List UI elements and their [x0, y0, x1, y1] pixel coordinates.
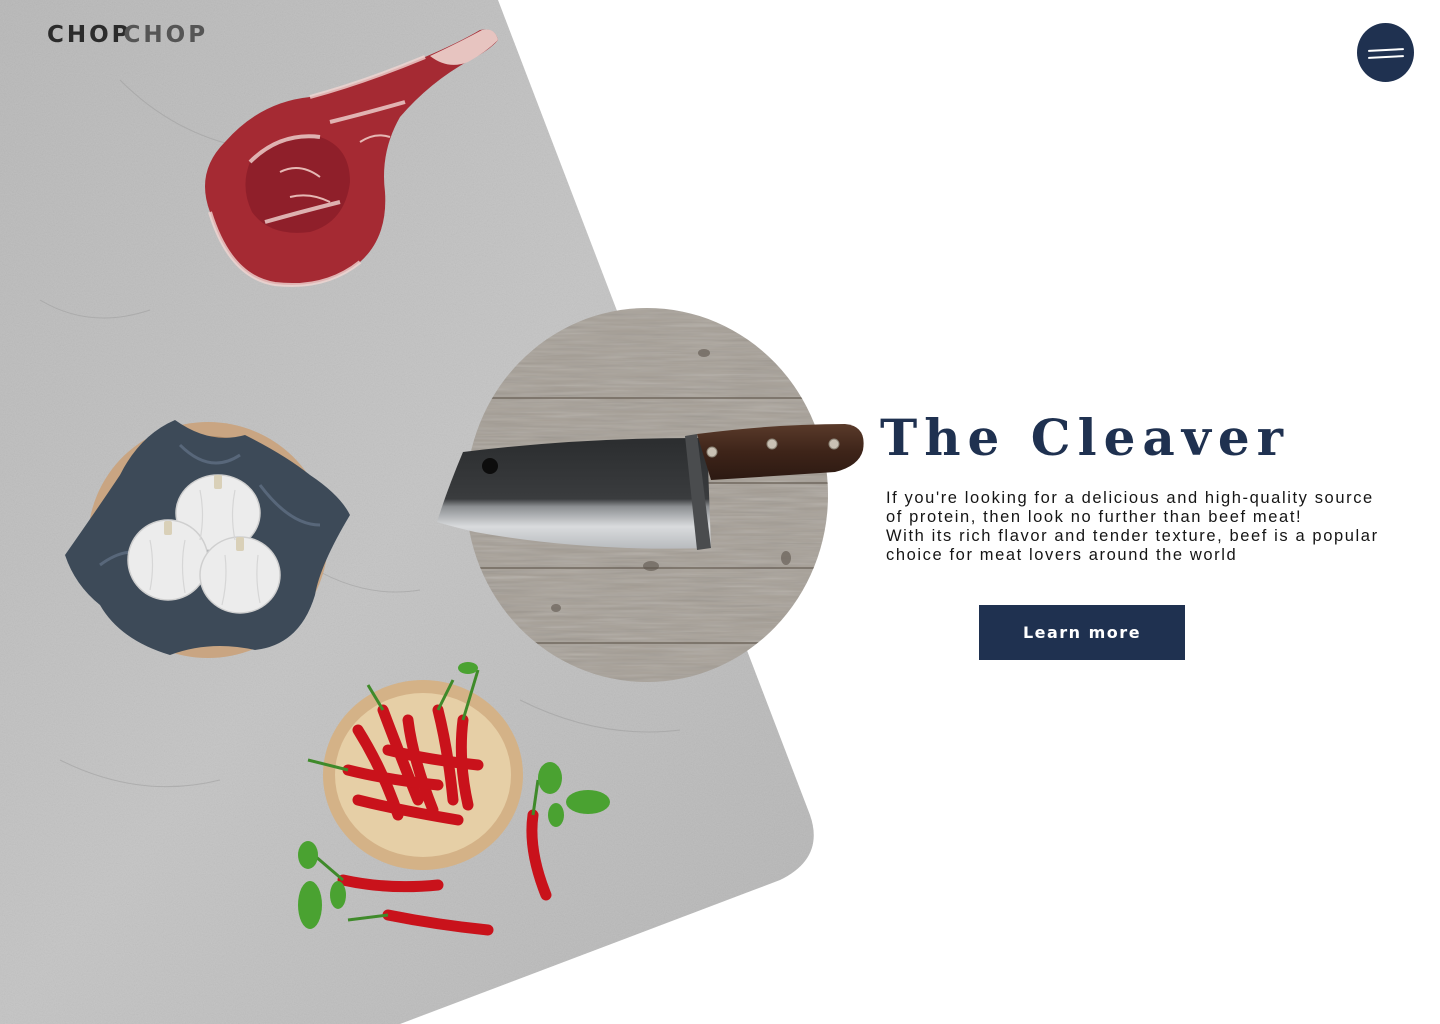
hero-description-line: of protein, then look no further than be…	[886, 508, 1303, 526]
hero-description: If you're looking for a delicious and hi…	[886, 489, 1440, 565]
garlic-bowl-image	[65, 420, 350, 658]
page: CHOPCHOP The Cleaver If you're looking f…	[0, 0, 1440, 1024]
red-chili-bowl-image	[298, 662, 610, 936]
cleaver-knife-image	[437, 424, 864, 550]
tomahawk-steak-image	[205, 29, 498, 288]
menu-button[interactable]	[1357, 23, 1414, 82]
brand-logo[interactable]: CHOPCHOP	[47, 22, 208, 48]
hero-title: The Cleaver	[880, 408, 1290, 467]
hero-description-line: choice for meat lovers around the world	[886, 546, 1238, 564]
hamburger-line-icon	[1367, 55, 1405, 59]
hamburger-line-icon	[1367, 48, 1405, 52]
hero-description-line: With its rich flavor and tender texture,…	[886, 527, 1379, 545]
logo-text-part1: CHOP	[47, 22, 132, 48]
hero-description-line: If you're looking for a delicious and hi…	[886, 489, 1374, 507]
learn-more-button[interactable]: Learn more	[979, 605, 1185, 660]
